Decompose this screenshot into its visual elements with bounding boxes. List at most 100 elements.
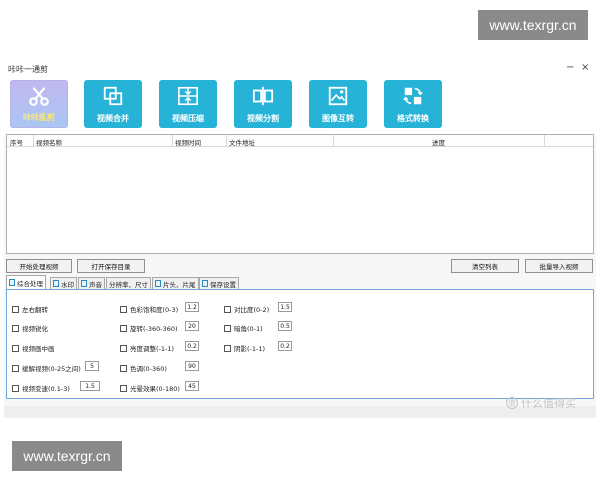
halo-input[interactable]: 45 xyxy=(185,381,199,391)
option-label: 旋转(-360-360) xyxy=(130,325,178,333)
checkbox[interactable] xyxy=(120,344,127,352)
watermark-stamp: 值 什么值得买 xyxy=(506,395,576,411)
option-saturation[interactable]: 色彩饱和度(0-3) xyxy=(120,304,178,314)
option-sharpen[interactable]: 视频锐化 xyxy=(12,323,48,333)
tab-icon xyxy=(9,279,15,286)
scissors-icon xyxy=(29,87,49,106)
tab-label: 片头、片尾 xyxy=(163,280,196,289)
column-header-name: 视频名称 xyxy=(36,139,62,147)
vignette-input[interactable]: 0.5 xyxy=(278,321,292,331)
option-label: 视频锐化 xyxy=(22,325,48,333)
column-divider xyxy=(226,135,227,147)
option-contrast[interactable]: 对比度(0-2) xyxy=(224,304,269,314)
tool-video-merge[interactable]: 视频合并 xyxy=(84,80,142,128)
checkbox[interactable] xyxy=(224,305,231,313)
option-label: 暗角(0-1) xyxy=(234,325,263,333)
tab-sound[interactable]: 声音 xyxy=(78,277,105,289)
checkbox[interactable] xyxy=(12,305,19,313)
checkbox[interactable] xyxy=(12,384,19,392)
tab-label: 声音 xyxy=(89,280,102,289)
tab-save-settings[interactable]: 保存设置 xyxy=(199,277,239,289)
shadow-input[interactable]: 0.2 xyxy=(278,341,292,351)
clear-list-button[interactable]: 清空列表 xyxy=(451,259,519,273)
checkbox[interactable] xyxy=(224,344,231,352)
tool-label: 视频分割 xyxy=(247,114,279,123)
tool-label: 视频压缩 xyxy=(172,114,204,123)
checkbox[interactable] xyxy=(12,364,19,372)
watermark-top: www.texrgr.cn xyxy=(478,10,588,40)
column-header-index: 序号 xyxy=(10,139,23,147)
settings-tabs: 综合处理 水印 声音 分辨率、尺寸 片头、片尾 保存设置 xyxy=(4,275,596,289)
contrast-input[interactable]: 1.5 xyxy=(278,302,292,312)
tool-image-convert[interactable]: 图像互转 xyxy=(309,80,367,128)
tab-watermark[interactable]: 水印 xyxy=(50,277,77,289)
stamp-text: 什么值得买 xyxy=(521,397,576,410)
batch-import-button[interactable]: 批量导入视频 xyxy=(525,259,593,273)
column-divider xyxy=(544,135,545,147)
option-ease-video[interactable]: 缓解视频(0-25之间) xyxy=(12,363,81,373)
title-bar: 咔咔一通剪 − × xyxy=(4,60,596,76)
close-button[interactable]: × xyxy=(581,62,589,73)
watermark-bottom: www.texrgr.cn xyxy=(12,441,122,471)
tool-label: 图像互转 xyxy=(322,114,354,123)
tab-icon xyxy=(202,280,208,287)
option-flip-horizontal[interactable]: 左右翻转 xyxy=(12,304,48,314)
saturation-input[interactable]: 1.2 xyxy=(185,302,199,312)
column-divider xyxy=(333,135,334,147)
compress-icon xyxy=(178,86,198,106)
checkbox[interactable] xyxy=(224,324,231,332)
tool-kaka-random-cut[interactable]: 咔咔乱剪 xyxy=(10,80,68,128)
merge-icon xyxy=(103,86,123,106)
tab-label: 保存设置 xyxy=(210,280,236,289)
option-halo[interactable]: 光晕效果(0-180) xyxy=(120,383,180,393)
minimize-button[interactable]: − xyxy=(566,62,574,73)
tool-video-compress[interactable]: 视频压缩 xyxy=(159,80,217,128)
option-speed-change[interactable]: 视频变速(0.1-3) xyxy=(12,383,70,393)
option-picture-in-picture[interactable]: 视频画中画 xyxy=(12,343,55,353)
rotate-input[interactable]: 20 xyxy=(185,321,199,331)
checkbox[interactable] xyxy=(120,305,127,313)
tab-general[interactable]: 综合处理 xyxy=(6,275,46,289)
start-processing-button[interactable]: 开始处理视频 xyxy=(6,259,72,273)
option-shadow[interactable]: 阴影(-1-1) xyxy=(224,343,265,353)
option-label: 对比度(0-2) xyxy=(234,306,270,314)
column-divider xyxy=(33,135,34,147)
stamp-badge-icon: 值 xyxy=(506,397,518,409)
checkbox[interactable] xyxy=(120,364,127,372)
tool-video-split[interactable]: 视频分割 xyxy=(234,80,292,128)
tool-label: 视频合并 xyxy=(97,114,129,123)
checkbox[interactable] xyxy=(12,344,19,352)
brightness-input[interactable]: 0.2 xyxy=(185,341,199,351)
option-brightness[interactable]: 亮度调整(-1-1) xyxy=(120,343,174,353)
option-rotate[interactable]: 旋转(-360-360) xyxy=(120,323,178,333)
tab-intro-outro[interactable]: 片头、片尾 xyxy=(152,277,199,289)
speed-input[interactable]: 1.5 xyxy=(80,381,100,391)
option-label: 色彩饱和度(0-3) xyxy=(130,306,179,314)
tab-icon xyxy=(53,280,59,287)
option-label: 视频变速(0.1-3) xyxy=(22,385,70,393)
tab-icon xyxy=(81,280,87,287)
option-hue[interactable]: 色调(0-360) xyxy=(120,363,167,373)
checkbox[interactable] xyxy=(12,324,19,332)
ease-video-input[interactable]: 5 xyxy=(85,361,99,371)
tab-resolution[interactable]: 分辨率、尺寸 xyxy=(106,277,151,289)
hue-input[interactable]: 90 xyxy=(185,361,199,371)
tool-format-convert[interactable]: 格式转换 xyxy=(384,80,442,128)
tab-label: 分辨率、尺寸 xyxy=(109,280,148,289)
tool-label: 咔咔乱剪 xyxy=(23,113,55,122)
checkbox[interactable] xyxy=(120,324,127,332)
tool-label: 格式转换 xyxy=(397,114,429,123)
tab-icon xyxy=(155,280,161,287)
option-label: 缓解视频(0-25之间) xyxy=(22,365,81,373)
tab-label: 综合处理 xyxy=(17,279,43,288)
column-header-progress: 进度 xyxy=(432,139,445,147)
column-header-path: 文件地址 xyxy=(229,139,255,147)
image-convert-icon xyxy=(328,86,348,106)
open-save-dir-button[interactable]: 打开保存目录 xyxy=(77,259,145,273)
tab-label: 水印 xyxy=(61,280,74,289)
video-list-table[interactable]: 序号 视频名称 视频时间 文件地址 进度 xyxy=(6,134,594,254)
option-label: 光晕效果(0-180) xyxy=(130,385,180,393)
general-settings-panel: 左右翻转 视频锐化 视频画中画 缓解视频(0-25之间) 5 视频变速(0.1-… xyxy=(6,289,594,399)
option-vignette[interactable]: 暗角(0-1) xyxy=(224,323,263,333)
checkbox[interactable] xyxy=(120,384,127,392)
